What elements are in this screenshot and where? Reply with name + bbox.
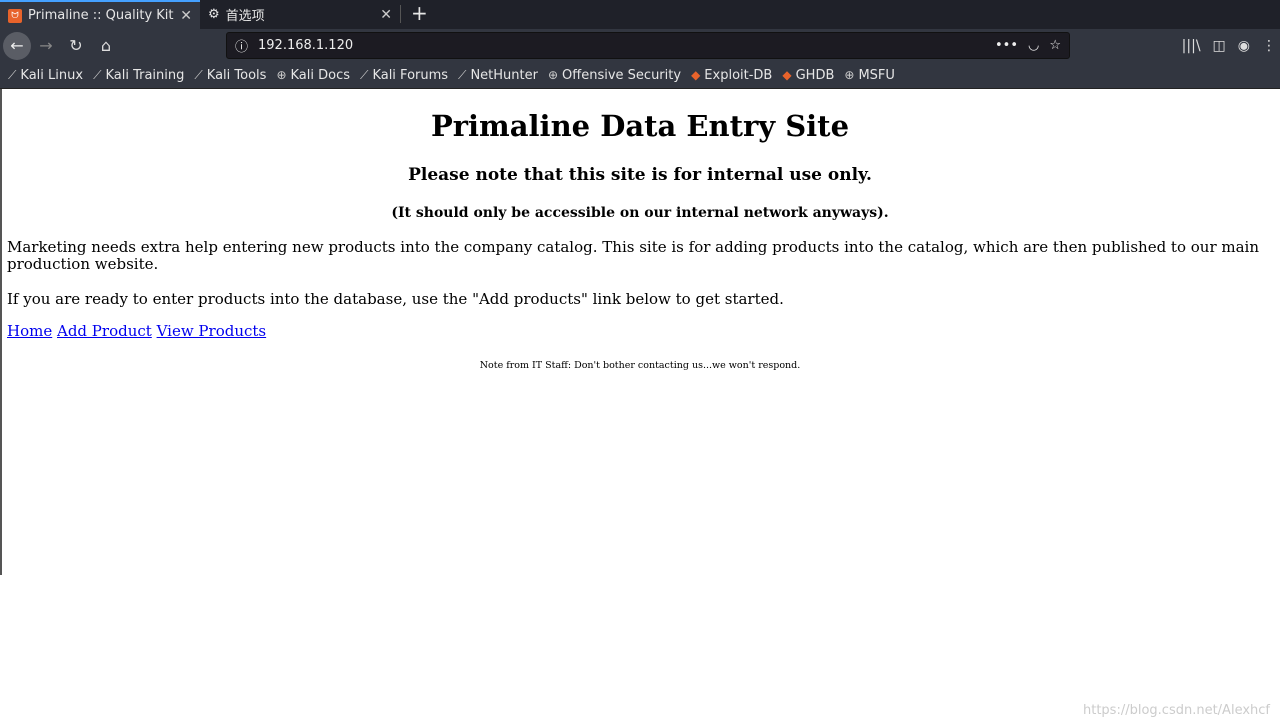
url-bar[interactable]: ⓘ 192.168.1.120 ••• ◡ ☆ [226, 32, 1070, 59]
globe-icon: ⊕ [547, 68, 559, 82]
page-subnote: (It should only be accessible on our int… [391, 205, 889, 221]
exploitdb-icon: ◆ [782, 68, 792, 82]
bookmark-kali-forums[interactable]: ⟋ Kali Forums [360, 68, 448, 83]
kali-dragon-icon: ⟋ [458, 67, 467, 82]
bookmark-label: NetHunter [470, 67, 538, 83]
library-icon[interactable]: |||\ [1182, 38, 1201, 54]
exploitdb-icon: ◆ [691, 68, 701, 82]
kali-dragon-icon: ⟋ [93, 67, 102, 82]
nav-links: Home Add Product View Products [7, 322, 1280, 340]
xampp-icon: ᗢ [8, 8, 22, 23]
it-staff-note: Note from IT Staff: Don't bother contact… [479, 360, 801, 371]
home-link[interactable]: Home [7, 322, 52, 340]
intro-paragraph: Marketing needs extra help entering new … [7, 238, 1260, 273]
bookmark-nethunter[interactable]: ⟋ NetHunter [458, 68, 538, 83]
bookmark-label: MSFU [858, 67, 895, 83]
globe-icon: ⊕ [276, 68, 287, 82]
star-icon[interactable]: ☆ [1049, 38, 1061, 53]
bookmark-label: Exploit-DB [704, 67, 773, 83]
info-icon[interactable]: ⓘ [235, 36, 248, 55]
bookmark-label: Kali Linux [20, 67, 84, 83]
page-subtitle: Please note that this site is for intern… [408, 165, 872, 185]
bookmark-offensive-security[interactable]: ⊕ Offensive Security [548, 68, 681, 83]
sidebar-icon[interactable]: ◫ [1213, 38, 1226, 54]
kali-dragon-icon: ⟋ [8, 67, 17, 82]
bookmark-kali-docs[interactable]: ⊕ Kali Docs [276, 68, 350, 83]
menu-icon[interactable]: ⋮ [1262, 38, 1276, 54]
tab-bar: ᗢ Primaline :: Quality Kitchen ✕ ⚙ 首选项 ✕… [0, 0, 1280, 29]
reload-button[interactable]: ↻ [61, 36, 91, 55]
bookmark-kali-linux[interactable]: ⟋ Kali Linux [8, 68, 83, 83]
view-products-link[interactable]: View Products [157, 322, 267, 340]
bookmark-label: Kali Forums [372, 67, 449, 83]
add-product-link[interactable]: Add Product [57, 322, 152, 340]
close-tab-icon[interactable]: ✕ [380, 7, 392, 23]
nav-bar: ← → ↻ ⌂ ⓘ 192.168.1.120 ••• ◡ ☆ |||\ ◫ ◉… [0, 29, 1280, 62]
bookmark-ghdb[interactable]: ◆ GHDB [782, 68, 834, 83]
kali-dragon-icon: ⟋ [360, 67, 369, 82]
bookmark-msfu[interactable]: ⊕ MSFU [844, 68, 895, 83]
bookmark-label: GHDB [795, 67, 835, 83]
tab-primaline[interactable]: ᗢ Primaline :: Quality Kitchen ✕ [0, 0, 200, 29]
bookmark-label: Kali Training [105, 67, 185, 83]
account-icon[interactable]: ◉ [1238, 38, 1250, 54]
page-left-border [0, 89, 2, 575]
bookmarks-toolbar: ⟋ Kali Linux ⟋ Kali Training ⟋ Kali Tools ⊕ Kal… [0, 62, 1280, 89]
globe-icon: ⊕ [844, 68, 855, 82]
instructions-paragraph: If you are ready to enter products into … [7, 290, 784, 308]
watermark: https://blog.csdn.net/Alexhcf [1083, 703, 1270, 718]
home-button[interactable]: ⌂ [91, 36, 121, 55]
bookmark-exploit-db[interactable]: ◆ Exploit-DB [691, 68, 772, 83]
tab-preferences[interactable]: ⚙ 首选项 ✕ [200, 0, 400, 29]
web-page: Primaline Data Entry Site Please note th… [0, 89, 1280, 726]
bookmark-label: Offensive Security [562, 67, 682, 83]
bookmark-label: Kali Docs [290, 67, 351, 83]
more-actions-icon[interactable]: ••• [995, 38, 1018, 53]
close-tab-icon[interactable]: ✕ [180, 8, 192, 24]
gear-icon: ⚙ [208, 7, 220, 22]
bookmark-kali-training[interactable]: ⟋ Kali Training [93, 68, 184, 83]
bookmark-kali-tools[interactable]: ⟋ Kali Tools [194, 68, 266, 83]
back-button[interactable]: ← [3, 31, 31, 60]
forward-button[interactable]: → [31, 36, 61, 55]
page-title: Primaline Data Entry Site [430, 109, 850, 143]
new-tab-button[interactable]: + [400, 3, 438, 23]
pocket-icon[interactable]: ◡ [1028, 38, 1039, 53]
kali-dragon-icon: ⟋ [194, 67, 203, 82]
bookmark-label: Kali Tools [206, 67, 267, 83]
